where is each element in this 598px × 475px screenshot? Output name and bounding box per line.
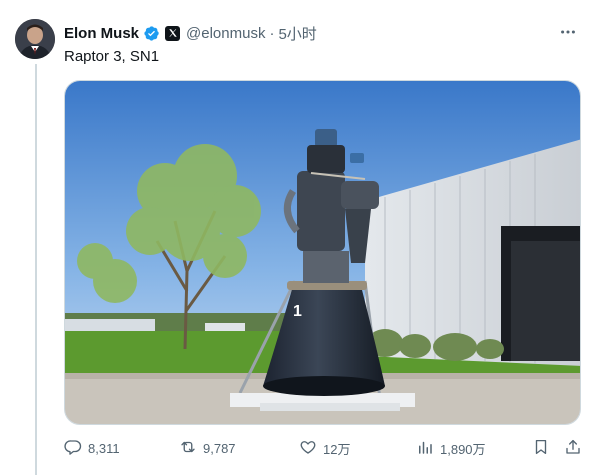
engine-serial-mark: 1 — [293, 303, 302, 320]
thread-line — [35, 64, 37, 475]
more-icon[interactable] — [558, 22, 578, 42]
tweet-actions: 8,311 9,787 12万 1,890万 — [64, 437, 584, 459]
tweet-photo[interactable]: 1 — [64, 80, 581, 425]
reply-count: 8,311 — [88, 440, 120, 456]
reply-icon — [64, 438, 82, 459]
heart-icon — [299, 438, 317, 459]
tweet-header: Elon Musk @elonmusk · 5小时 — [64, 22, 578, 44]
views-button[interactable]: 1,890万 — [416, 438, 486, 459]
share-icon — [564, 438, 582, 459]
verified-badge-icon — [143, 25, 160, 42]
like-button[interactable]: 12万 — [299, 438, 350, 459]
bookmark-button[interactable] — [532, 438, 550, 459]
share-button[interactable] — [564, 438, 582, 459]
views-count: 1,890万 — [440, 441, 486, 457]
post-time[interactable]: 5小时 — [278, 23, 316, 44]
repost-icon — [179, 438, 197, 459]
repost-count: 9,787 — [203, 440, 236, 456]
separator-dot: · — [269, 24, 275, 42]
repost-button[interactable]: 9,787 — [179, 438, 236, 459]
bookmark-icon — [532, 438, 550, 459]
author-name[interactable]: Elon Musk — [64, 25, 139, 42]
author-handle[interactable]: @elonmusk — [186, 25, 265, 42]
reply-button[interactable]: 8,311 — [64, 438, 120, 459]
like-count: 12万 — [323, 441, 351, 457]
views-chart-icon — [416, 438, 434, 459]
tweet-text: Raptor 3, SN1 — [64, 48, 160, 65]
avatar[interactable] — [15, 19, 55, 59]
x-logo-icon — [165, 25, 181, 41]
